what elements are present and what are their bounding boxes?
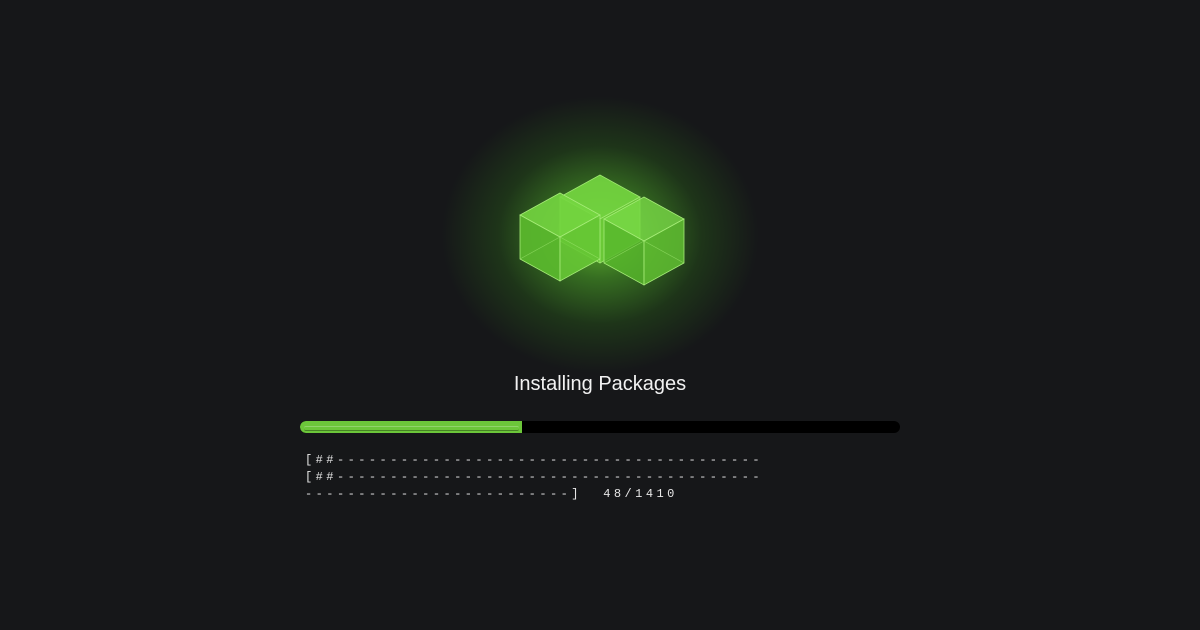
install-log: [##-------------------------------------…	[305, 452, 895, 503]
progress-bar-fill	[300, 421, 522, 433]
package-cubes-icon	[519, 174, 685, 286]
log-line: [##-------------------------------------…	[305, 453, 764, 467]
logo	[440, 95, 760, 375]
log-line: [##-------------------------------------…	[305, 470, 764, 484]
log-line: -------------------------] 48/1410	[305, 487, 678, 501]
page-title: Installing Packages	[513, 373, 687, 395]
progress-bar	[300, 421, 900, 433]
